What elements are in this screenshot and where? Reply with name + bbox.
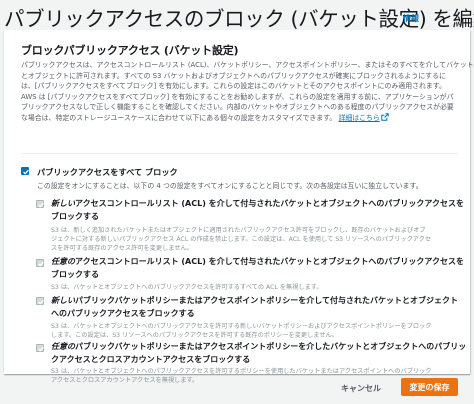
option-title-line: 任意のアクセスコントロールリスト (ACL) を介して付与されたバケットとオブジ… [51, 256, 466, 269]
option-description-line: S3 は、バケットとオブジェクトへのパブリックアクセスを許可するすべての ACL… [51, 284, 323, 291]
option-checkbox-new-acl[interactable] [36, 200, 44, 208]
option-title-text: パブリックバケットポリシーまたはアクセスポイントポリシーを介したバケットとオブジ… [75, 342, 467, 351]
option-checkbox-any-acl[interactable] [36, 259, 44, 267]
option-description-line: S3 は、新しく追加されたバケットまたはオブジェクトに適用されたパブリックアクセ… [51, 227, 426, 234]
option-title-emphasis: 任意の [51, 342, 75, 351]
option-title-text: パブリックバケットポリシーまたはアクセスポイントポリシーを介して付与されたバケッ… [75, 296, 458, 305]
panel-description-line-last: な場合は、特定のストレージユースケースに合わせて以下にある個々の設定をカスタマイ… [21, 113, 461, 125]
option-description-line: します。この設定は、S3 リソースへのパブリックアクセスを許可する既存のポリシー… [51, 332, 338, 340]
panel-description-line: パブリックアクセスは、アクセスコントロールリスト (ACL)、バケットポリシー、… [21, 61, 474, 69]
option-title-any-policy: 任意のパブリックバケットポリシーまたはアクセスポイントポリシーを介したバケットと… [51, 341, 466, 366]
option-title-emphasis: 新しい [51, 296, 75, 305]
cancel-button[interactable]: キャンセル [333, 378, 389, 398]
panel-description-line: ブリックアクセスなしで正しく機能することを確認してください。内部のバケットやオブ… [21, 103, 454, 112]
panel-description-text: な場合は、特定のストレージユースケースに合わせて以下にある個々の設定をカスタマイ… [21, 113, 337, 122]
option-checkbox-any-policy[interactable] [36, 344, 44, 352]
option-title-new-acl: 新しいアクセスコントロールリスト (ACL) を介して付与されたバケットとオブジ… [51, 198, 466, 223]
save-changes-button[interactable]: 変更の保存 [401, 378, 458, 396]
panel-description: パブリックアクセスは、アクセスコントロールリスト (ACL)、バケットポリシー、… [21, 60, 474, 125]
block-all-label: パブリックアクセスをすべて ブロック [37, 167, 178, 177]
option-description-line: S3 は、バケットとオブジェクトへのパブリックアクセスを許可するポリシーを使用し… [51, 368, 432, 375]
panel-description-line: とオブジェクトに許可されます。すべての S3 バケットおよびオブジェクトへのパブ… [21, 71, 446, 80]
check-icon [38, 202, 44, 208]
option-title-line: ブロックする [51, 211, 99, 221]
check-icon [23, 169, 29, 175]
option-title-text: アクセスコントロールリスト (ACL) を介して付与されたバケットとオブジェクト… [75, 257, 464, 266]
external-link-icon[interactable] [381, 113, 389, 125]
option-description-line: スを許可する既存のアクセス許可を変更しません。 [51, 245, 193, 253]
block-all-description: この設定をオンにすることは、以下の 4 つの設定をすべてオンにすることと同じです… [37, 182, 423, 190]
info-link[interactable]: 情報 [403, 13, 419, 24]
option-checkbox-new-policy[interactable] [36, 297, 44, 305]
check-icon [38, 346, 44, 352]
option-description-line: ジェクトに対する新しいパブリックアクセス ACL の作成を禁止します。この設定は… [51, 236, 432, 244]
option-title-text: アクセスコントロールリスト (ACL) を介して付与されたバケットとオブジェクト… [75, 199, 464, 208]
option-title-line: 新しいパブリックバケットポリシーまたはアクセスポイントポリシーを介して付与された… [51, 295, 466, 308]
option-description-new-acl: S3 は、新しく追加されたバケットまたはオブジェクトに適用されたパブリックアクセ… [51, 226, 466, 254]
option-title-any-acl: 任意のアクセスコントロールリスト (ACL) を介して付与されたバケットとオブジ… [51, 256, 466, 281]
option-title-new-policy: 新しいパブリックバケットポリシーまたはアクセスポイントポリシーを介して付与された… [51, 295, 466, 320]
option-description-new-policy: S3 は、バケットとオブジェクトへのパブリックアクセスを許可する新しいバケットポ… [51, 322, 466, 340]
panel-description-line: AWS は [パブリックアクセスをすべてブロック] を有効にすることをお勧めしま… [21, 92, 454, 101]
check-icon [38, 261, 44, 267]
option-title-emphasis: 任意の [51, 257, 75, 266]
section-divider [21, 153, 458, 154]
option-title-line: 任意のパブリックバケットポリシーまたはアクセスポイントポリシーを介したバケットと… [51, 341, 466, 354]
block-all-checkbox[interactable] [21, 167, 29, 175]
option-title-line: 新しいアクセスコントロールリスト (ACL) を介して付与されたバケットとオブジ… [51, 198, 466, 211]
option-title-line: ブロックする [51, 269, 99, 279]
option-title-line: クアクセスとクロスアカウントアクセスをブロックする [51, 354, 251, 364]
learn-more-link[interactable]: 詳細はこちら [338, 114, 379, 122]
check-icon [38, 299, 44, 305]
option-description-any-acl: S3 は、バケットとオブジェクトへのパブリックアクセスを許可するすべての ACL… [51, 283, 466, 292]
block-public-access-panel: ブロックパブリックアクセス (バケット設定) パブリックアクセスは、アクセスコン… [4, 30, 474, 384]
option-description-line: S3 は、バケットとオブジェクトへのパブリックアクセスを許可する新しいバケットポ… [51, 323, 432, 330]
option-title-emphasis: 新しい [51, 199, 75, 208]
panel-title: ブロックパブリックアクセス (バケット設定) [21, 44, 239, 57]
panel-description-line: は、[パブリックアクセスをすべてブロック] を有効にします。これらの設定はこのバ… [21, 82, 446, 91]
option-title-line: へのパブリックアクセスをブロックする [51, 308, 195, 318]
